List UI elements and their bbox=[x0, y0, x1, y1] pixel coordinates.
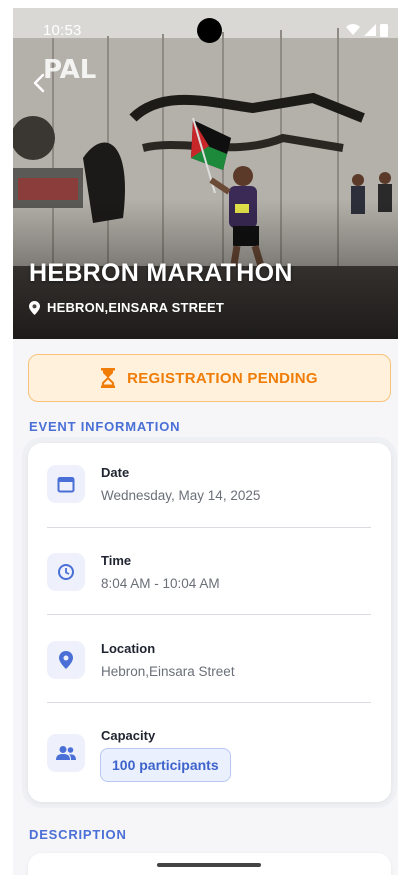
hero-image: PAL 10:53 HEBRON MARATHON HEBRON,EINSARA… bbox=[13, 8, 398, 339]
clock-icon bbox=[58, 564, 74, 580]
divider bbox=[47, 527, 371, 528]
capacity-chip: 100 participants bbox=[100, 748, 231, 782]
status-time: 10:53 bbox=[43, 22, 82, 39]
wifi-icon bbox=[346, 24, 360, 35]
event-location-header: HEBRON,EINSARA STREET bbox=[29, 300, 224, 315]
time-icon-box bbox=[47, 553, 85, 591]
location-icon-box bbox=[47, 641, 85, 679]
divider bbox=[47, 614, 371, 615]
time-label: Time bbox=[101, 553, 132, 568]
divider bbox=[47, 702, 371, 703]
capacity-label: Capacity bbox=[101, 728, 156, 743]
section-title-description: DESCRIPTION bbox=[29, 827, 127, 842]
people-icon bbox=[56, 746, 76, 760]
event-title: HEBRON MARATHON bbox=[29, 259, 293, 287]
signal-icon bbox=[364, 24, 376, 36]
hourglass-icon bbox=[101, 368, 116, 388]
chevron-left-icon bbox=[33, 73, 45, 93]
status-bar: 10:53 bbox=[13, 8, 398, 52]
battery-icon bbox=[380, 24, 388, 37]
location-pin-icon bbox=[59, 651, 73, 669]
date-icon-box bbox=[47, 465, 85, 503]
date-value: Wednesday, May 14, 2025 bbox=[101, 488, 261, 503]
front-camera bbox=[197, 18, 222, 43]
home-indicator[interactable] bbox=[157, 863, 261, 867]
capacity-icon-box bbox=[47, 734, 85, 772]
section-title-event-info: EVENT INFORMATION bbox=[29, 419, 181, 434]
location-pin-icon bbox=[29, 300, 40, 315]
status-right-icons bbox=[346, 23, 388, 37]
event-info-card: Date Wednesday, May 14, 2025 Time 8:04 A… bbox=[28, 443, 391, 802]
date-label: Date bbox=[101, 465, 130, 480]
event-location-text: HEBRON,EINSARA STREET bbox=[47, 300, 225, 315]
time-value: 8:04 AM - 10:04 AM bbox=[101, 576, 220, 591]
location-value: Hebron,Einsara Street bbox=[101, 664, 235, 679]
registration-status-label: REGISTRATION PENDING bbox=[127, 369, 318, 387]
location-label: Location bbox=[101, 641, 156, 656]
back-button[interactable] bbox=[27, 70, 53, 96]
screen: PAL 10:53 HEBRON MARATHON HEBRON,EINSARA… bbox=[13, 8, 398, 875]
registration-status-banner: REGISTRATION PENDING bbox=[28, 354, 391, 402]
calendar-icon bbox=[57, 477, 75, 493]
